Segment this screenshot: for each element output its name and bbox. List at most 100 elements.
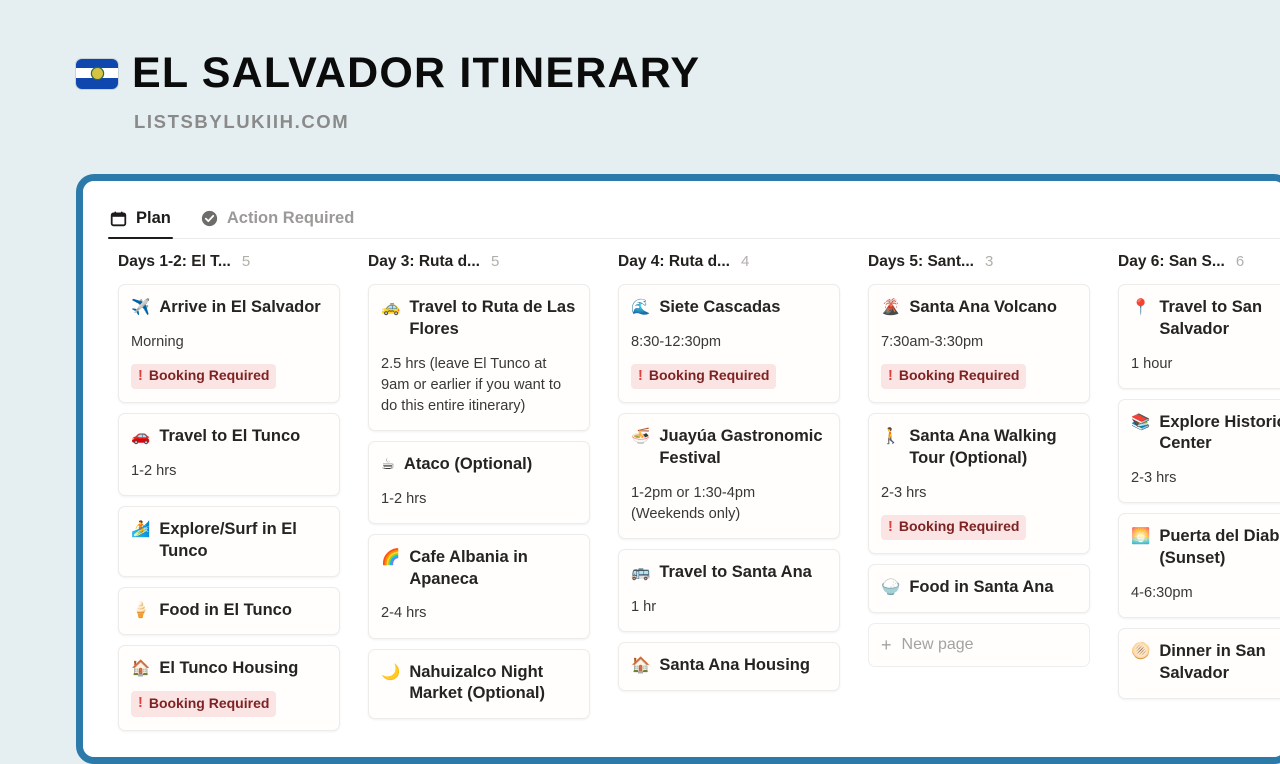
card-subtitle: 1 hr (631, 597, 827, 618)
board-card[interactable]: 🚌 Travel to Santa Ana 1 hr (618, 549, 840, 632)
card-title-text: Food in El Tunco (159, 600, 292, 622)
column-header[interactable]: Day 3: Ruta d...5 (358, 253, 608, 284)
board-card[interactable]: 🏠Santa Ana Housing (618, 642, 840, 691)
column-count: 3 (985, 253, 993, 270)
card-title-text: Travel to San Salvador (1159, 297, 1280, 341)
volcano-icon: 🌋 (881, 297, 900, 318)
status-badge-label: Booking Required (649, 366, 770, 386)
page-title: EL SALVADOR ITINERARY (132, 52, 700, 95)
column-title: Day 4: Ruta d... (618, 253, 730, 271)
flatbread-icon: 🫓 (1131, 641, 1150, 662)
board-card[interactable]: ✈️Arrive in El SalvadorMorning!Booking R… (118, 284, 340, 403)
column-header[interactable]: Days 5: Sant... 3 (858, 253, 1108, 284)
column-count: 6 (1236, 253, 1244, 270)
card-title-text: Travel to Santa Ana (659, 562, 812, 584)
tab-action-required[interactable]: Action Required (199, 209, 356, 239)
ice-cream-icon: 🍦 (131, 600, 150, 621)
card-title-text: Explore/Surf in El Tunco (159, 519, 327, 563)
status-badge-label: Booking Required (899, 366, 1020, 386)
card-title-text: Siete Cascadas (659, 297, 780, 319)
board-card[interactable]: 🌈Cafe Albania in Apaneca 2-4 hrs (368, 534, 590, 639)
column-header[interactable]: Day 4: Ruta d...4 (608, 253, 858, 284)
card-subtitle: 2.5 hrs (leave El Tunco at 9am or earlie… (381, 354, 577, 417)
board-card[interactable]: 🏠 El Tunco Housing !Booking Required (118, 645, 340, 730)
title-row: EL SALVADOR ITINERARY (76, 52, 1280, 95)
surfer-icon: 🏄 (131, 519, 150, 540)
column-header[interactable]: Day 6: San S... 6 (1108, 253, 1280, 284)
card-subtitle: 2-4 hrs (381, 603, 577, 624)
card-title: 🏄 Explore/Surf in El Tunco (131, 519, 327, 563)
card-title: 📚 Explore Historic Center (1131, 412, 1280, 456)
coffee-icon: ☕ (381, 454, 395, 475)
card-subtitle: 1-2 hrs (131, 461, 327, 482)
kanban-board: Days 1-2: El T... 5 ✈️Arrive in El Salvado… (108, 239, 1280, 741)
board-column: Days 5: Sant... 3 🌋Santa Ana Volcano7:30am… (858, 253, 1108, 741)
warning-icon: ! (638, 366, 643, 386)
column-count: 5 (242, 253, 250, 270)
column-title: Days 1-2: El T... (118, 253, 231, 271)
card-title-text: Santa Ana Housing (659, 655, 810, 677)
board-card[interactable]: 🫓 Dinner in San Salvador (1118, 628, 1280, 699)
status-badge: !Booking Required (131, 364, 276, 389)
board-column: Days 1-2: El T... 5 ✈️Arrive in El Salvado… (108, 253, 358, 741)
card-title: 🌈Cafe Albania in Apaneca (381, 547, 577, 591)
tab-plan[interactable]: Plan (108, 209, 173, 239)
column-title: Day 3: Ruta d... (368, 253, 480, 271)
bus-icon: 🚌 (631, 562, 650, 583)
column-title: Day 6: San S... (1118, 253, 1225, 271)
rainbow-icon: 🌈 (381, 547, 400, 568)
board-card[interactable]: 📚Explore Historic Center2-3 hrs (1118, 399, 1280, 504)
card-title-text: Explore Historic Center (1159, 412, 1280, 456)
card-subtitle: 1-2pm or 1:30-4pm (Weekends only) (631, 483, 827, 525)
new-page-button[interactable]: +New page (868, 623, 1090, 667)
tab-action-required-label: Action Required (227, 209, 354, 228)
el-salvador-flag-icon (76, 59, 118, 89)
tabbar: Plan Action Required (108, 181, 1280, 239)
card-subtitle: 4-6:30pm (1131, 583, 1280, 604)
status-badge-label: Booking Required (149, 366, 270, 386)
status-badge: !Booking Required (131, 691, 276, 716)
card-title-text: Ataco (Optional) (404, 454, 532, 476)
warning-icon: ! (888, 517, 893, 537)
board-card[interactable]: 🚶Santa Ana Walking Tour (Optional)2-3 hr… (868, 413, 1090, 554)
board-card[interactable]: 🏄 Explore/Surf in El Tunco (118, 506, 340, 577)
board-card[interactable]: 📍Travel to San Salvador1 hour (1118, 284, 1280, 389)
board-card[interactable]: 🚕Travel to Ruta de Las Flores2.5 hrs (le… (368, 284, 590, 431)
crescent-moon-icon: 🌙 (381, 662, 400, 683)
column-header[interactable]: Days 1-2: El T... 5 (108, 253, 358, 284)
board-column: Day 4: Ruta d...4 🌊 Siete Cascadas 8:30-12:… (608, 253, 858, 741)
board-card[interactable]: 🍜Juayúa Gastronomic Festival1-2pm or 1:3… (618, 413, 840, 539)
board-card[interactable]: 🌙Nahuizalco Night Market (Optional) (368, 649, 590, 720)
rice-bowl-icon: 🍚 (881, 577, 900, 598)
page-header: EL SALVADOR ITINERARY LISTSBYLUKIIH.COM (0, 0, 1280, 133)
card-title: 🚗Travel to El Tunco (131, 426, 327, 448)
car-icon: 🚗 (131, 426, 150, 447)
card-title-text: Juayúa Gastronomic Festival (659, 426, 827, 470)
column-title: Days 5: Sant... (868, 253, 974, 271)
wave-icon: 🌊 (631, 297, 650, 318)
board-card[interactable]: 🌋Santa Ana Volcano7:30am-3:30pm!Booking … (868, 284, 1090, 403)
card-title-text: El Tunco Housing (159, 658, 298, 680)
board-card[interactable]: 🚗Travel to El Tunco 1-2 hrs (118, 413, 340, 496)
calendar-icon (110, 210, 127, 227)
warning-icon: ! (888, 366, 893, 386)
board-card[interactable]: 🌊 Siete Cascadas 8:30-12:30pm! Booking Requ… (618, 284, 840, 403)
board-card[interactable]: ☕ Ataco (Optional) 1-2 hrs (368, 441, 590, 524)
card-title-text: Puerta del Diablo (Sunset) (1159, 526, 1280, 570)
board-card[interactable]: 🍦 Food in El Tunco (118, 587, 340, 636)
status-badge: !Booking Required (881, 515, 1026, 540)
card-subtitle: 8:30-12:30pm (631, 332, 827, 353)
board-card[interactable]: 🌅 Puerta del Diablo (Sunset) 4-6:30pm (1118, 513, 1280, 618)
card-title: 🏠Santa Ana Housing (631, 655, 827, 677)
card-title: 🌊 Siete Cascadas (631, 297, 827, 319)
books-icon: 📚 (1131, 412, 1150, 433)
card-title: ☕ Ataco (Optional) (381, 454, 577, 476)
card-title-text: Dinner in San Salvador (1159, 641, 1280, 685)
card-title: 🚌 Travel to Santa Ana (631, 562, 827, 584)
board-card[interactable]: 🍚Food in Santa Ana (868, 564, 1090, 613)
card-subtitle: 2-3 hrs (881, 483, 1077, 504)
board-column: Day 6: San S... 6 📍Travel to San Salvador1… (1108, 253, 1280, 741)
house-icon: 🏠 (131, 658, 150, 679)
sunset-icon: 🌅 (1131, 526, 1150, 547)
card-subtitle: 1-2 hrs (381, 489, 577, 510)
